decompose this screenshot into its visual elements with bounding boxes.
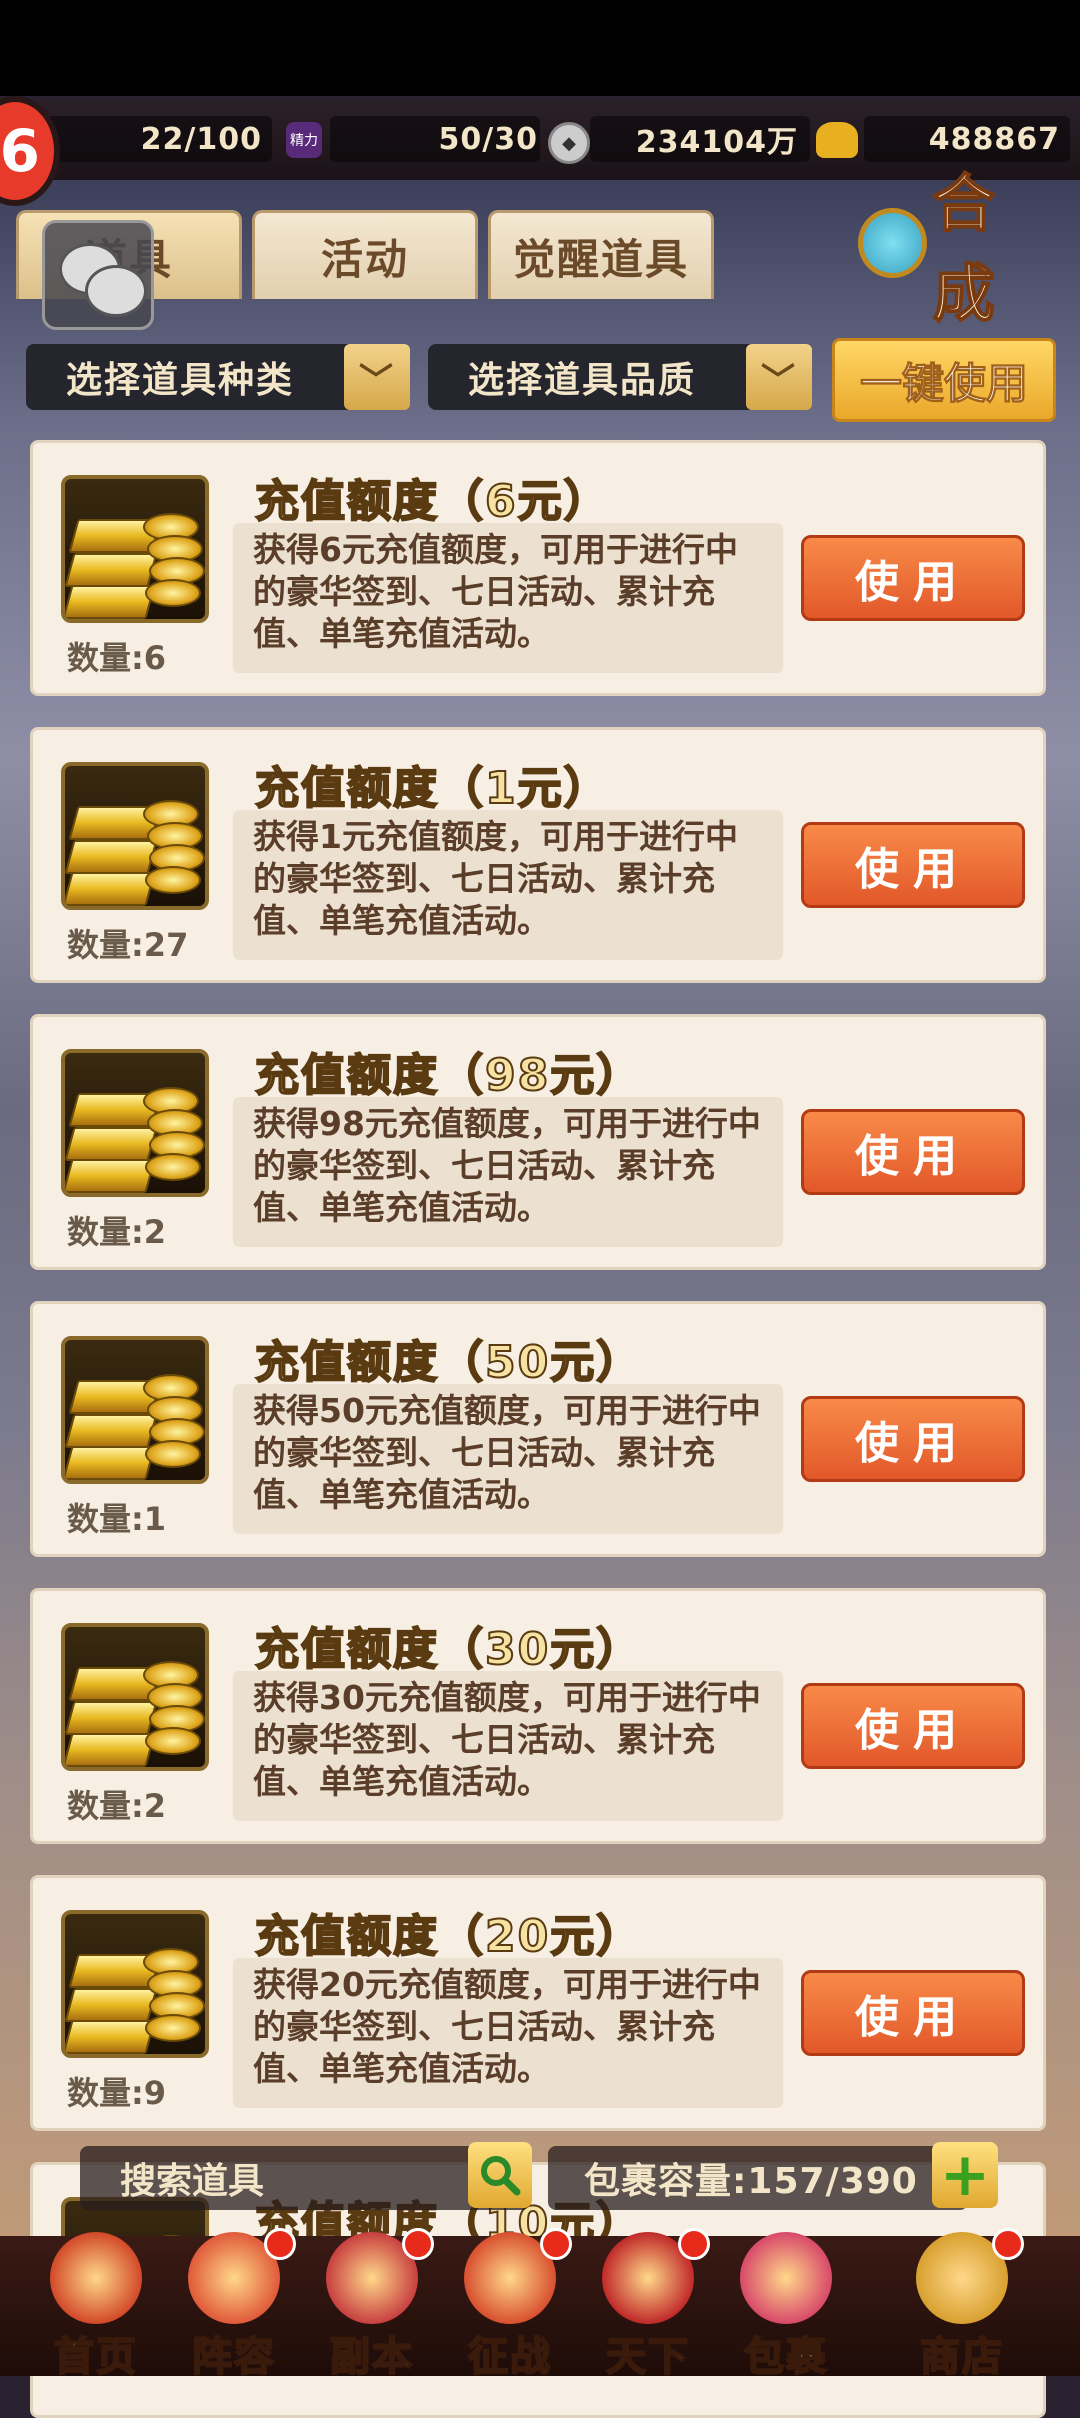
status-bar [0, 0, 1080, 96]
nav-label: 包裹 [743, 2333, 828, 2381]
item-title: 充值额度（30元） [254, 1623, 643, 1676]
nav-label: 天下 [605, 2333, 690, 2381]
synthesize-label: 合成 [932, 166, 997, 331]
item-quantity: 数量:2 [67, 1787, 167, 1825]
nav-label: 征战 [467, 2333, 552, 2381]
item-title: 充值额度（20元） [254, 1910, 643, 1963]
item-quality-select[interactable]: 选择道具品质 ﹀ [428, 344, 812, 410]
item-card: 充值额度（50元） 数量:1 获得50元充值额度，可用于进行中的豪华签到、七日活动、… [30, 1301, 1046, 1557]
nav-item[interactable]: 阵容 [164, 2228, 304, 2381]
item-quantity: 数量:6 [67, 639, 167, 677]
chat-button[interactable] [42, 220, 154, 330]
notification-dot [678, 2228, 710, 2260]
use-button[interactable]: 使用 [801, 535, 1025, 621]
magnifier-orb-icon [858, 208, 927, 278]
gold-bar-icon[interactable] [61, 1049, 209, 1197]
synthesize-button[interactable]: 合成 [858, 166, 1058, 331]
tab-awaken-items[interactable]: 觉醒道具 [488, 210, 714, 299]
notification-dot [540, 2228, 572, 2260]
search-input[interactable]: 搜索道具 [80, 2146, 530, 2210]
nav-item[interactable]: 副本 [302, 2228, 442, 2381]
notification-dot [992, 2228, 1024, 2260]
search-button[interactable] [468, 2142, 532, 2208]
use-button[interactable]: 使用 [801, 1109, 1025, 1195]
search-icon [481, 2156, 521, 2196]
item-card: 充值额度（20元） 数量:9 获得20元充值额度，可用于进行中的豪华签到、七日活动、… [30, 1875, 1046, 2131]
gold-bar-icon[interactable] [61, 1910, 209, 2058]
use-button[interactable]: 使用 [801, 822, 1025, 908]
nav-item[interactable]: 天下 [578, 2228, 718, 2381]
use-all-button[interactable]: 一键使用 [832, 338, 1056, 422]
use-button[interactable]: 使用 [801, 1970, 1025, 2056]
plus-icon: + [939, 2140, 991, 2210]
item-description: 获得20元充值额度，可用于进行中的豪华签到、七日活动、累计充值、单笔充值活动。 [233, 1958, 783, 2108]
item-title: 充值额度（50元） [254, 1336, 643, 1389]
gold-bar-icon[interactable] [61, 762, 209, 910]
resource-bar: 22/100 精力 50/30 ◆ 234104万 488867 [0, 100, 1080, 180]
item-type-select[interactable]: 选择道具种类 ﹀ [26, 344, 410, 410]
stamina-value: 22/100 [140, 121, 262, 157]
item-description: 获得98元充值额度，可用于进行中的豪华签到、七日活动、累计充值、单笔充值活动。 [233, 1097, 783, 1247]
nav-label: 副本 [329, 2333, 414, 2381]
item-title: 充值额度（1元） [254, 762, 610, 815]
nav-label: 阵容 [191, 2333, 276, 2381]
item-quality-label: 选择道具品质 [468, 360, 697, 401]
item-title: 充值额度（6元） [254, 475, 610, 528]
copper-coin-icon: ◆ [548, 122, 590, 164]
chevron-down-icon[interactable]: ﹀ [746, 344, 812, 410]
nav-label: 首页 [53, 2333, 138, 2381]
energy-value: 50/30 [438, 121, 538, 157]
nav-item[interactable]: 商店 [892, 2228, 1032, 2381]
chevron-down-icon[interactable]: ﹀ [344, 344, 410, 410]
bag-icon [740, 2232, 832, 2324]
nav-item[interactable]: 包裹 [716, 2228, 856, 2381]
gold-bar-icon[interactable] [61, 1623, 209, 1771]
use-button[interactable]: 使用 [801, 1683, 1025, 1769]
item-quantity: 数量:1 [67, 1500, 167, 1538]
item-card: 充值额度（98元） 数量:2 获得98元充值额度，可用于进行中的豪华签到、七日活动、… [30, 1014, 1046, 1270]
nav-label: 商店 [919, 2333, 1004, 2381]
item-card: 充值额度（6元） 数量:6 获得6元充值额度，可用于进行中的豪华签到、七日活动、累计… [30, 440, 1046, 696]
item-description: 获得6元充值额度，可用于进行中的豪华签到、七日活动、累计充值、单笔充值活动。 [233, 523, 783, 673]
gold-bar-icon[interactable] [61, 1336, 209, 1484]
bag-capacity: 包裹容量:157/390 [548, 2146, 968, 2210]
item-quantity: 数量:27 [67, 926, 189, 964]
palace-icon [50, 2232, 142, 2324]
gold-ingot-icon [816, 122, 858, 158]
use-button[interactable]: 使用 [801, 1396, 1025, 1482]
item-quantity: 数量:2 [67, 1213, 167, 1251]
gold-bar-icon[interactable] [61, 475, 209, 623]
item-type-label: 选择道具种类 [66, 360, 295, 401]
item-card: 充值额度（1元） 数量:27 获得1元充值额度，可用于进行中的豪华签到、七日活动、累… [30, 727, 1046, 983]
item-title: 充值额度（98元） [254, 1049, 643, 1102]
notification-dot [264, 2228, 296, 2260]
energy-icon: 精力 [286, 122, 322, 158]
item-quantity: 数量:9 [67, 2074, 167, 2112]
nav-item[interactable]: 征战 [440, 2228, 580, 2381]
tab-activity[interactable]: 活动 [252, 210, 478, 299]
item-description: 获得50元充值额度，可用于进行中的豪华签到、七日活动、累计充值、单笔充值活动。 [233, 1384, 783, 1534]
item-description: 获得1元充值额度，可用于进行中的豪华签到、七日活动、累计充值、单笔充值活动。 [233, 810, 783, 960]
copper-value: 234104万 [635, 125, 798, 160]
notification-dot [402, 2228, 434, 2260]
expand-capacity-button[interactable]: + [932, 2142, 998, 2208]
nav-item[interactable]: 首页 [26, 2228, 166, 2381]
item-description: 获得30元充值额度，可用于进行中的豪华签到、七日活动、累计充值、单笔充值活动。 [233, 1671, 783, 1821]
item-card: 充值额度（30元） 数量:2 获得30元充值额度，可用于进行中的豪华签到、七日活动、… [30, 1588, 1046, 1844]
